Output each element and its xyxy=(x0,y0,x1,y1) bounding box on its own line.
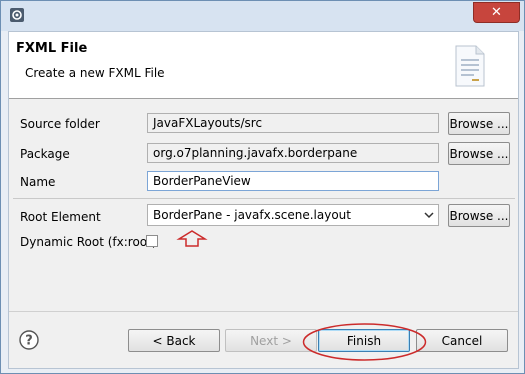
help-icon[interactable]: ? xyxy=(19,330,39,350)
title-bar[interactable]: ✕ xyxy=(1,1,524,31)
annotation-arrow xyxy=(176,230,208,247)
root-element-value: BorderPane - javafx.scene.layout xyxy=(153,208,351,222)
wizard-subtitle: Create a new FXML File xyxy=(25,66,165,80)
back-button[interactable]: < Back xyxy=(128,329,220,352)
chevron-down-icon xyxy=(424,212,434,219)
dynamic-root-label: Dynamic Root (fx:root) xyxy=(20,235,157,249)
package-browse-button[interactable]: Browse ... xyxy=(448,142,510,165)
name-label: Name xyxy=(20,175,56,189)
dialog-window: ✕ FXML File Create a new FXML File Sourc… xyxy=(0,0,525,374)
dialog-content: FXML File Create a new FXML File Source … xyxy=(8,31,519,369)
footer-divider xyxy=(9,311,518,312)
gear-icon xyxy=(10,8,24,22)
wizard-header: FXML File Create a new FXML File xyxy=(9,32,518,99)
form-divider xyxy=(13,198,515,199)
cancel-button[interactable]: Cancel xyxy=(416,329,508,352)
root-element-select[interactable]: BorderPane - javafx.scene.layout xyxy=(147,204,439,226)
wizard-title: FXML File xyxy=(16,41,88,56)
name-field[interactable]: BorderPaneView xyxy=(147,171,439,191)
document-icon xyxy=(455,45,485,87)
header-divider xyxy=(9,98,518,99)
source-folder-label: Source folder xyxy=(20,117,100,131)
root-element-label: Root Element xyxy=(20,210,101,224)
svg-text:?: ? xyxy=(25,334,33,349)
source-folder-field[interactable]: JavaFXLayouts/src xyxy=(147,113,439,133)
close-icon: ✕ xyxy=(491,5,502,20)
close-button[interactable]: ✕ xyxy=(473,2,520,23)
root-element-browse-button[interactable]: Browse ... xyxy=(448,204,510,227)
package-label: Package xyxy=(20,147,70,161)
dynamic-root-checkbox[interactable] xyxy=(146,235,158,247)
package-field[interactable]: org.o7planning.javafx.borderpane xyxy=(147,143,439,163)
source-folder-browse-button[interactable]: Browse ... xyxy=(448,112,510,135)
annotation-ellipse xyxy=(302,323,427,361)
